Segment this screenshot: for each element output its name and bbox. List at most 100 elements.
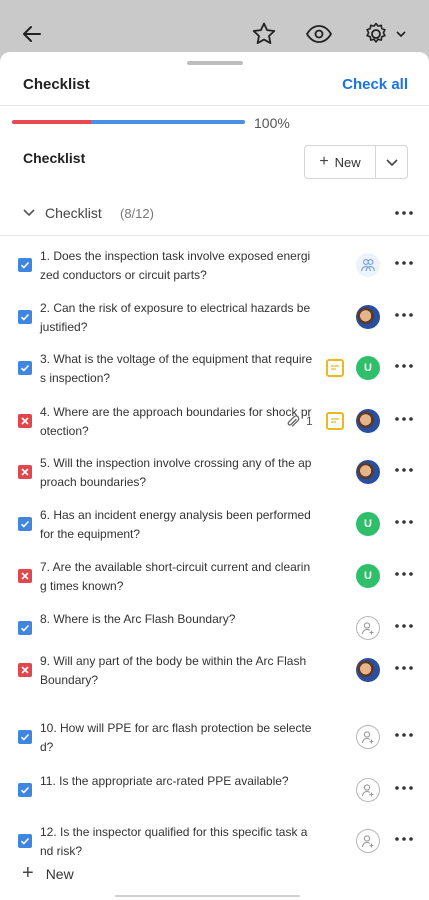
more-options-icon[interactable] bbox=[394, 832, 414, 846]
checkbox-checked[interactable] bbox=[18, 834, 32, 848]
more-options-icon[interactable] bbox=[394, 308, 414, 322]
item-text[interactable]: 5. Will the inspection involve crossing … bbox=[40, 454, 314, 492]
checklist-item[interactable]: 11. Is the appropriate arc-rated PPE ava… bbox=[0, 767, 429, 811]
checklist-item[interactable]: 4. Where are the approach boundaries for… bbox=[0, 398, 429, 442]
item-text[interactable]: 3. What is the voltage of the equipment … bbox=[40, 350, 314, 388]
checkbox-checked[interactable] bbox=[18, 310, 32, 324]
more-options-icon[interactable] bbox=[394, 206, 414, 220]
attachment-count: 1 bbox=[306, 414, 313, 428]
plus-icon: + bbox=[22, 862, 34, 884]
checklist-item[interactable]: 5. Will the inspection involve crossing … bbox=[0, 449, 429, 493]
more-options-icon[interactable] bbox=[394, 359, 414, 373]
new-button-label: New bbox=[334, 154, 361, 170]
avatar[interactable]: U bbox=[356, 564, 380, 588]
checkbox-checked[interactable] bbox=[18, 517, 32, 531]
item-text[interactable]: 11. Is the appropriate arc-rated PPE ava… bbox=[40, 772, 314, 791]
avatar-initial: U bbox=[364, 362, 372, 374]
item-text[interactable]: 4. Where are the approach boundaries for… bbox=[40, 403, 314, 441]
section-title: Checklist bbox=[23, 150, 86, 166]
more-options-icon[interactable] bbox=[394, 661, 414, 675]
avatar[interactable]: U bbox=[356, 356, 380, 380]
chevron-down-icon[interactable] bbox=[22, 206, 36, 220]
progress-bar bbox=[12, 120, 245, 124]
more-options-icon[interactable] bbox=[394, 412, 414, 426]
plus-icon: + bbox=[319, 153, 329, 170]
add-assignee-icon[interactable] bbox=[356, 616, 380, 640]
item-text[interactable]: 6. Has an incident energy analysis been … bbox=[40, 506, 314, 544]
more-options-icon[interactable] bbox=[394, 781, 414, 795]
eye-icon[interactable] bbox=[305, 20, 333, 48]
comment-icon[interactable] bbox=[326, 412, 344, 430]
checkbox-failed[interactable] bbox=[18, 465, 32, 479]
checklist-group-header[interactable]: Checklist (8/12) bbox=[0, 200, 429, 228]
more-options-icon[interactable] bbox=[394, 619, 414, 633]
more-options-icon[interactable] bbox=[394, 567, 414, 581]
group-title: Checklist bbox=[45, 205, 102, 221]
divider bbox=[115, 895, 300, 897]
item-text[interactable]: 8. Where is the Arc Flash Boundary? bbox=[40, 610, 314, 629]
avatar[interactable]: U bbox=[356, 512, 380, 536]
checklist-sheet: Checklist Check all 100% Checklist + New… bbox=[0, 52, 429, 900]
checklist-item[interactable]: 10. How will PPE for arc flash protectio… bbox=[0, 714, 429, 758]
more-options-icon[interactable] bbox=[394, 515, 414, 529]
add-new-item-button[interactable]: + New bbox=[22, 862, 74, 885]
checklist-item[interactable]: 12. Is the inspector qualified for this … bbox=[0, 818, 429, 862]
divider bbox=[0, 235, 429, 236]
checklist-item[interactable]: 1. Does the inspection task involve expo… bbox=[0, 242, 429, 286]
add-assignee-icon[interactable] bbox=[356, 725, 380, 749]
avatar[interactable] bbox=[356, 305, 380, 329]
group-count: (8/12) bbox=[120, 206, 154, 221]
checkbox-checked[interactable] bbox=[18, 621, 32, 635]
checkbox-failed[interactable] bbox=[18, 569, 32, 583]
item-text[interactable]: 7. Are the available short-circuit curre… bbox=[40, 558, 314, 596]
gear-icon[interactable] bbox=[362, 20, 410, 48]
check-icon bbox=[20, 837, 30, 845]
checklist-item[interactable]: 7. Are the available short-circuit curre… bbox=[0, 553, 429, 597]
progress-percent: 100% bbox=[254, 115, 290, 131]
comment-icon[interactable] bbox=[326, 359, 344, 377]
avatar-initial: U bbox=[364, 570, 372, 582]
x-icon bbox=[21, 468, 29, 476]
check-icon bbox=[20, 786, 30, 794]
item-text[interactable]: 1. Does the inspection task involve expo… bbox=[40, 247, 314, 285]
x-icon bbox=[21, 417, 29, 425]
checklist-item[interactable]: 9. Will any part of the body be within t… bbox=[0, 647, 429, 691]
checkbox-checked[interactable] bbox=[18, 783, 32, 797]
paperclip-icon[interactable] bbox=[285, 414, 301, 430]
new-dropdown-button[interactable] bbox=[376, 146, 407, 178]
item-text[interactable]: 2. Can the risk of exposure to electrica… bbox=[40, 299, 314, 337]
new-button[interactable]: + New bbox=[305, 146, 376, 178]
add-assignee-icon[interactable] bbox=[356, 778, 380, 802]
divider bbox=[0, 105, 429, 106]
checkbox-checked[interactable] bbox=[18, 361, 32, 375]
more-options-icon[interactable] bbox=[394, 463, 414, 477]
avatar[interactable] bbox=[356, 409, 380, 433]
progress-fail-segment bbox=[12, 120, 91, 124]
check-icon bbox=[20, 364, 30, 372]
more-options-icon[interactable] bbox=[394, 728, 414, 742]
check-all-button[interactable]: Check all bbox=[342, 76, 408, 93]
more-options-icon[interactable] bbox=[394, 256, 414, 270]
avatar[interactable] bbox=[356, 658, 380, 682]
drag-handle[interactable] bbox=[187, 61, 243, 65]
checkbox-checked[interactable] bbox=[18, 730, 32, 744]
star-icon[interactable] bbox=[250, 20, 278, 48]
item-text[interactable]: 9. Will any part of the body be within t… bbox=[40, 652, 314, 690]
checkbox-failed[interactable] bbox=[18, 414, 32, 428]
group-assignee-icon[interactable] bbox=[356, 253, 380, 277]
checklist-item[interactable]: 2. Can the risk of exposure to electrica… bbox=[0, 294, 429, 338]
checklist-item[interactable]: 3. What is the voltage of the equipment … bbox=[0, 345, 429, 389]
sheet-title: Checklist bbox=[23, 76, 90, 93]
avatar[interactable] bbox=[356, 460, 380, 484]
checkbox-checked[interactable] bbox=[18, 258, 32, 272]
arrow-left-icon[interactable] bbox=[18, 20, 46, 48]
avatar-initial: U bbox=[364, 518, 372, 530]
checklist-item[interactable]: 8. Where is the Arc Flash Boundary? bbox=[0, 605, 429, 649]
check-icon bbox=[20, 313, 30, 321]
x-icon bbox=[21, 572, 29, 580]
item-text[interactable]: 12. Is the inspector qualified for this … bbox=[40, 823, 314, 861]
item-text[interactable]: 10. How will PPE for arc flash protectio… bbox=[40, 719, 314, 757]
add-assignee-icon[interactable] bbox=[356, 829, 380, 853]
checklist-item[interactable]: 6. Has an incident energy analysis been … bbox=[0, 501, 429, 545]
checkbox-failed[interactable] bbox=[18, 663, 32, 677]
